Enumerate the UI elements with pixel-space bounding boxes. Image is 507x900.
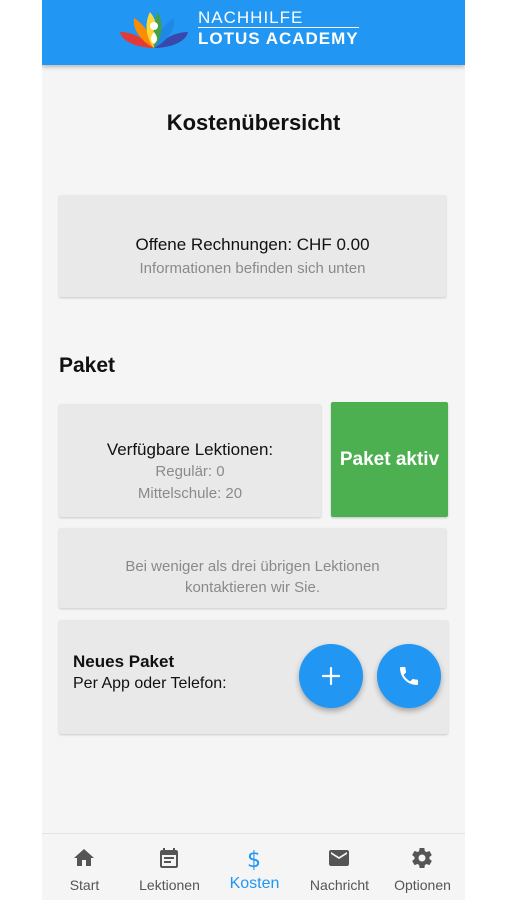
available-lessons-card: Verfügbare Lektionen: Regulär: 0 Mittels… <box>59 404 321 517</box>
phone-icon <box>400 667 418 685</box>
home-icon <box>74 849 94 866</box>
brand-name: NACHHILFE LOTUS ACADEMY <box>198 9 359 49</box>
invoice-hint: Informationen befinden sich unten <box>139 260 366 277</box>
page-title: Kostenübersicht <box>166 110 341 135</box>
app-header: NACHHILFE LOTUS ACADEMY <box>42 0 465 65</box>
nav-label-kosten: Kosten <box>229 875 280 892</box>
new-package-card: Neues Paket Per App oder Telefon: <box>59 620 448 734</box>
nav-item-nachricht[interactable]: Nachricht <box>297 834 382 900</box>
nav-item-lektionen[interactable]: Lektionen <box>127 834 212 900</box>
open-invoices-text: Offene Rechnungen: CHF 0.00 <box>135 235 370 254</box>
gear-icon <box>412 848 432 869</box>
nav-label-nachricht: Nachricht <box>309 877 370 893</box>
nav-label-lektionen: Lektionen <box>139 877 200 893</box>
calendar-icon <box>160 848 178 868</box>
regular-lessons: Regulär: 0 <box>155 463 225 480</box>
dollar-icon: $ <box>247 848 261 870</box>
mail-icon <box>329 850 349 866</box>
package-section-title: Paket <box>59 354 116 377</box>
nav-item-start[interactable]: Start <box>42 834 127 900</box>
invoice-card: Offene Rechnungen: CHF 0.00 Informatione… <box>59 195 446 297</box>
available-lessons-title: Verfügbare Lektionen: <box>106 440 274 459</box>
bottom-navigation: Start Lektionen $ Kosten Nachricht Optio… <box>42 833 465 900</box>
app-screen: NACHHILFE LOTUS ACADEMY Kostenübersicht … <box>42 0 465 900</box>
add-package-button[interactable] <box>299 644 363 708</box>
notice-card: Bei weniger als drei übrigen Lektionen k… <box>59 528 446 608</box>
brand-bottom-text: LOTUS ACADEMY <box>198 27 359 48</box>
nav-item-optionen[interactable]: Optionen <box>380 834 465 900</box>
plus-icon <box>321 666 341 686</box>
new-package-title: Neues Paket <box>73 652 175 671</box>
call-button[interactable] <box>377 644 441 708</box>
nav-item-kosten[interactable]: $ Kosten <box>212 834 297 900</box>
nav-label-optionen: Optionen <box>394 877 451 893</box>
nav-label-start: Start <box>69 877 100 893</box>
middle-school-lessons: Mittelschule: 20 <box>137 485 243 502</box>
new-package-subtitle: Per App oder Telefon: <box>73 675 227 692</box>
lotus-logo-icon <box>120 12 188 48</box>
svg-text:$: $ <box>247 848 261 870</box>
notice-text: Bei weniger als drei übrigen Lektionen k… <box>125 558 380 596</box>
brand-top-text: NACHHILFE <box>198 8 304 27</box>
package-status-badge: Paket aktiv <box>331 402 448 517</box>
